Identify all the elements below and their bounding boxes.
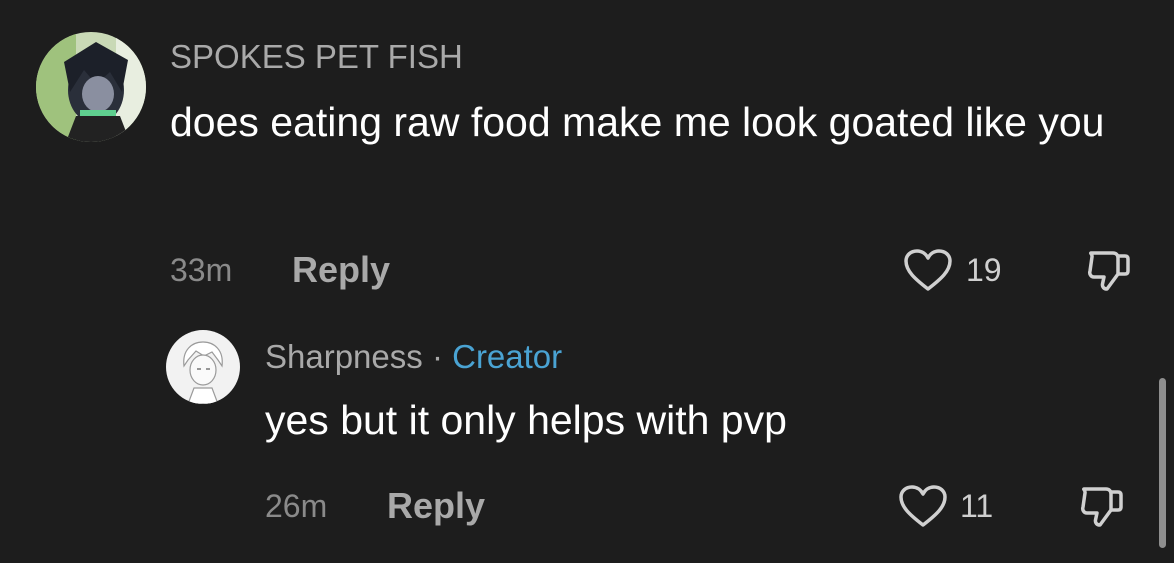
reply-author[interactable]: Sharpness: [265, 338, 423, 375]
comment-reply-button[interactable]: Reply: [292, 252, 390, 288]
comment-author[interactable]: SPOKES PET FISH: [170, 40, 463, 73]
avatar-sharpness[interactable]: [166, 330, 240, 404]
avatar-spokes-pet-fish[interactable]: [36, 32, 146, 142]
heart-outline-icon[interactable]: [898, 484, 948, 528]
reply-like-count: 11: [960, 488, 994, 524]
reply-timestamp: 26m: [265, 488, 328, 524]
comment-text: does eating raw food make me look goated…: [170, 99, 1105, 145]
comment-like-count: 19: [966, 252, 1002, 288]
reply-author-line: Sharpness · Creator: [265, 340, 562, 373]
reply-separator: ·: [431, 338, 443, 375]
reply-reply-button[interactable]: Reply: [387, 488, 485, 524]
heart-outline-icon[interactable]: [903, 248, 953, 292]
creator-badge: Creator: [452, 338, 563, 375]
scrollbar-thumb[interactable]: [1159, 378, 1166, 548]
thumbs-down-icon[interactable]: [1076, 483, 1124, 531]
reply-text: yes but it only helps with pvp: [265, 397, 787, 443]
comment-timestamp: 33m: [170, 252, 233, 288]
thumbs-down-icon[interactable]: [1083, 247, 1131, 295]
